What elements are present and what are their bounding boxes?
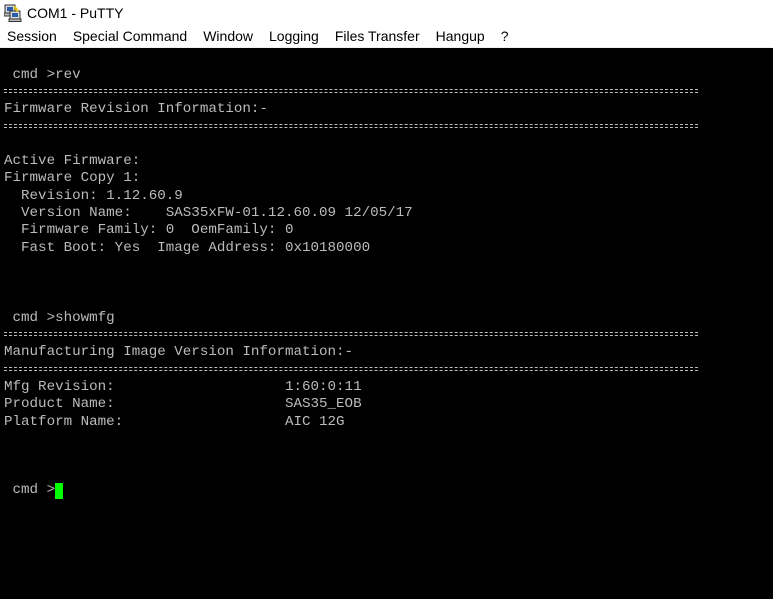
fast-boot-line: Fast Boot: Yes Image Address: 0x10180000: [4, 240, 371, 256]
active-firmware-line: Active Firmware:: [4, 153, 141, 169]
mfg-revision-line: Mfg Revision: 1:60:0:11: [4, 379, 362, 395]
separator-rule: [4, 123, 698, 129]
manufacturing-header: Manufacturing Image Version Information:…: [4, 344, 354, 360]
command-line-rev: cmd >rev: [4, 67, 81, 83]
putty-window: COM1 - PuTTY Session Special Command Win…: [0, 0, 773, 599]
putty-computer-icon: [3, 4, 22, 22]
terminal-cursor: [55, 482, 64, 499]
menu-special-command[interactable]: Special Command: [65, 25, 195, 47]
menu-window[interactable]: Window: [195, 25, 261, 47]
menu-bar: Session Special Command Window Logging F…: [0, 25, 773, 48]
firmware-family-line: Firmware Family: 0 OemFamily: 0: [4, 222, 294, 238]
menu-session[interactable]: Session: [0, 25, 65, 47]
product-name-line: Product Name: SAS35_EOB: [4, 396, 362, 412]
separator-rule: [4, 366, 698, 372]
prompt-line[interactable]: cmd >: [4, 482, 64, 499]
menu-files-transfer[interactable]: Files Transfer: [327, 25, 428, 47]
separator-rule: [4, 331, 698, 337]
window-title: COM1 - PuTTY: [27, 4, 124, 21]
command-line-showmfg: cmd >showmfg: [4, 310, 115, 326]
firmware-header: Firmware Revision Information:-: [4, 101, 268, 117]
separator-rule: [4, 88, 698, 94]
platform-name-line: Platform Name: AIC 12G: [4, 414, 345, 430]
menu-hangup[interactable]: Hangup: [428, 25, 493, 47]
menu-help[interactable]: ?: [493, 25, 517, 47]
command-prompt: cmd >: [4, 482, 56, 498]
firmware-copy-line: Firmware Copy 1:: [4, 170, 141, 186]
version-name-line: Version Name: SAS35xFW-01.12.60.09 12/05…: [4, 205, 413, 221]
terminal-screen[interactable]: cmd >rev Firmware Revision Information:-…: [0, 48, 773, 599]
menu-logging[interactable]: Logging: [261, 25, 327, 47]
title-bar[interactable]: COM1 - PuTTY: [0, 0, 773, 25]
revision-line: Revision: 1.12.60.9: [4, 188, 183, 204]
